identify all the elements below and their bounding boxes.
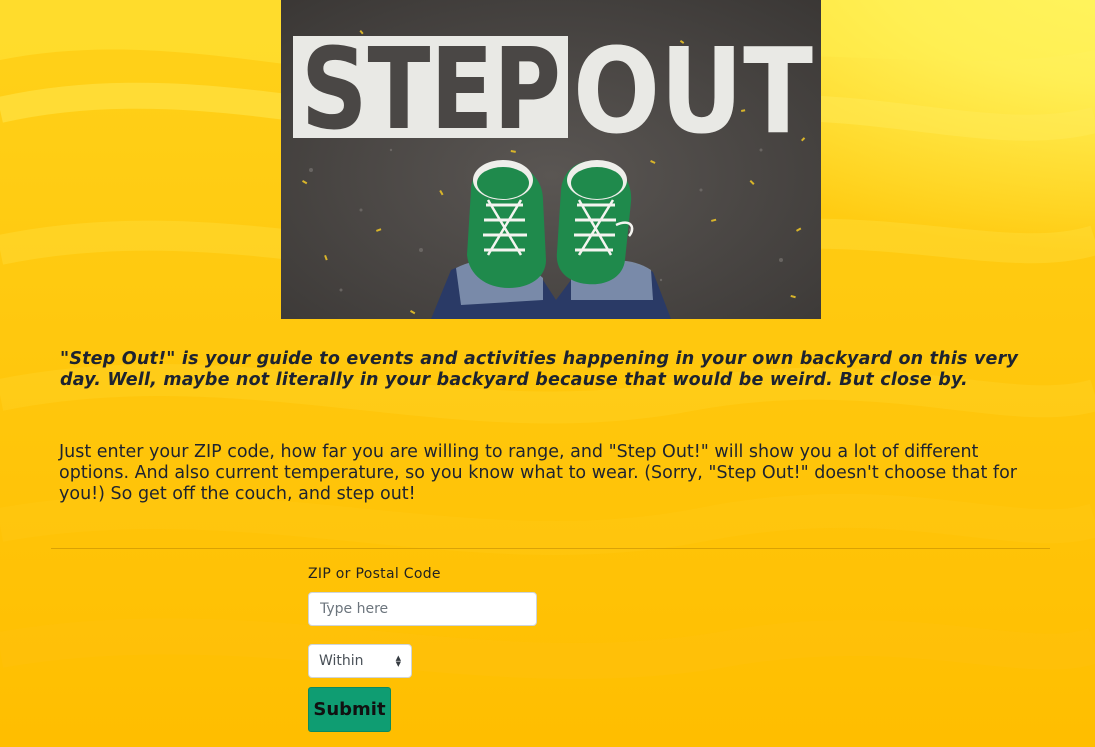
sign-text-step: STEP xyxy=(301,25,561,155)
left-sneaker xyxy=(467,160,546,288)
description-text: Just enter your ZIP code, how far you ar… xyxy=(59,442,1017,504)
select-arrows-icon: ▲ ▼ xyxy=(395,654,401,668)
zip-input[interactable] xyxy=(308,592,537,626)
submit-button[interactable]: Submit xyxy=(308,687,391,732)
sign-text-out: OUT xyxy=(573,22,813,160)
right-sneaker xyxy=(556,160,634,285)
range-select[interactable]: Within ▲ ▼ xyxy=(308,644,412,678)
hero-image: STEP OUT xyxy=(281,0,821,319)
tagline-text: "Step Out!" is your guide to events and … xyxy=(60,349,1019,390)
range-select-value: Within xyxy=(319,653,364,669)
zip-label: ZIP or Postal Code xyxy=(308,566,441,582)
step-out-photo: STEP OUT xyxy=(281,0,821,319)
divider xyxy=(51,548,1050,549)
